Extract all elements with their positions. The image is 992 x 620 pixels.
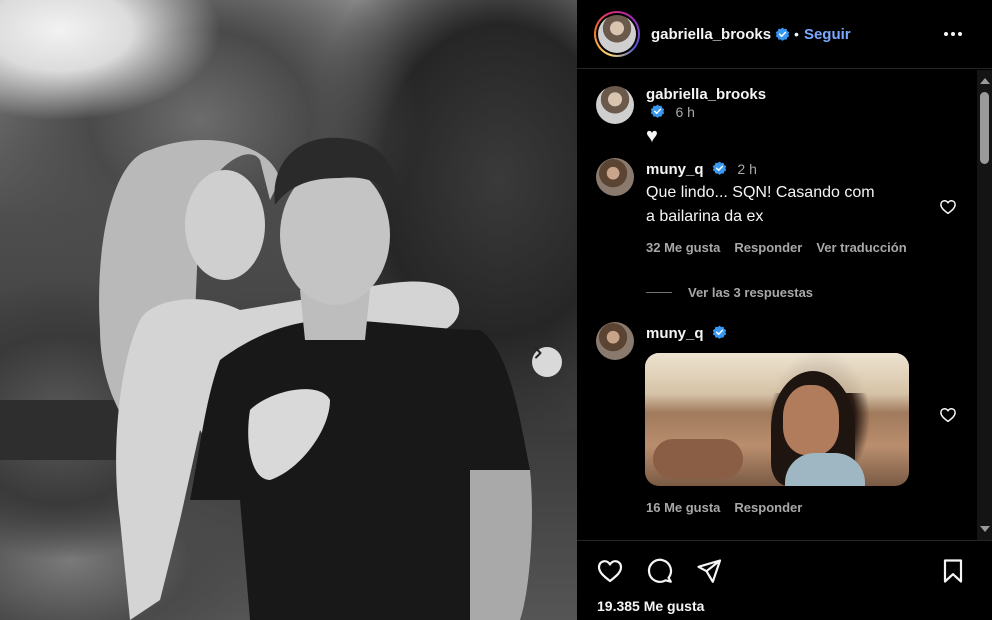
- comment-username[interactable]: muny_q: [646, 161, 704, 178]
- post-photo: [0, 0, 577, 620]
- comment-text-line1: Que lindo... SQN! Casando com: [646, 184, 875, 201]
- verified-badge-icon: [650, 104, 665, 118]
- avatar[interactable]: [596, 86, 634, 124]
- send-icon[interactable]: [695, 557, 723, 585]
- reply-button[interactable]: Responder: [734, 240, 802, 255]
- verified-badge-icon: [775, 27, 790, 41]
- comment-item: muny_q 2 h Que lindo... SQN! Casando com…: [596, 158, 977, 255]
- more-options-icon[interactable]: [942, 24, 964, 44]
- caption-time[interactable]: 6 h: [675, 104, 694, 120]
- heart-icon[interactable]: [939, 198, 957, 216]
- reply-button[interactable]: Responder: [734, 500, 802, 515]
- comment-icon[interactable]: [646, 557, 674, 585]
- comments-list[interactable]: gabriella_brooks 6 h ♥ muny_q 2 h Que li…: [577, 70, 977, 540]
- post-header: gabriella_brooks • Seguir: [577, 0, 992, 69]
- avatar[interactable]: [596, 158, 634, 196]
- couple-photo-illustration: [0, 137, 532, 620]
- translate-button[interactable]: Ver traducción: [816, 240, 906, 255]
- chevron-right-icon: [535, 347, 542, 359]
- heart-icon[interactable]: [596, 557, 624, 585]
- comments-scrollbar[interactable]: [977, 70, 992, 540]
- post-side-panel: gabriella_brooks • Seguir gabriella_broo…: [577, 0, 992, 620]
- comment-text-line2: a bailarina da ex: [646, 208, 764, 225]
- gif-face: [783, 385, 839, 455]
- comment-likes[interactable]: 16 Me gusta: [646, 500, 720, 515]
- separator-dot: •: [794, 26, 799, 42]
- heart-icon[interactable]: [939, 406, 957, 424]
- avatar: [598, 15, 636, 53]
- comment-username[interactable]: muny_q: [646, 325, 704, 342]
- comment-gif[interactable]: [645, 353, 909, 486]
- replies-divider: [646, 292, 672, 293]
- caption-text: ♥: [646, 125, 658, 147]
- avatar[interactable]: [596, 322, 634, 360]
- author-username[interactable]: gabriella_brooks: [651, 26, 771, 43]
- comment-time[interactable]: 2 h: [737, 161, 756, 177]
- gif-window: [645, 353, 909, 393]
- bookmark-icon[interactable]: [939, 557, 967, 585]
- verified-badge-icon: [712, 161, 727, 175]
- caption-username[interactable]: gabriella_brooks: [646, 86, 766, 103]
- comment-likes[interactable]: 32 Me gusta: [646, 240, 720, 255]
- gif-arm: [653, 439, 743, 479]
- view-replies-button[interactable]: Ver las 3 respuestas: [646, 285, 813, 300]
- caption: gabriella_brooks 6 h ♥: [596, 86, 766, 147]
- follow-button[interactable]: Seguir: [804, 26, 851, 43]
- post-actions: 19.385 Me gusta: [577, 540, 992, 620]
- scroll-down-arrow[interactable]: [980, 526, 990, 532]
- view-replies-label: Ver las 3 respuestas: [688, 285, 814, 300]
- next-photo-button[interactable]: [532, 347, 562, 377]
- scroll-up-arrow[interactable]: [980, 78, 990, 84]
- author-avatar[interactable]: [594, 11, 640, 57]
- scroll-thumb[interactable]: [980, 92, 989, 164]
- verified-badge-icon: [712, 325, 727, 339]
- post-likes-count[interactable]: 19.385 Me gusta: [597, 598, 704, 614]
